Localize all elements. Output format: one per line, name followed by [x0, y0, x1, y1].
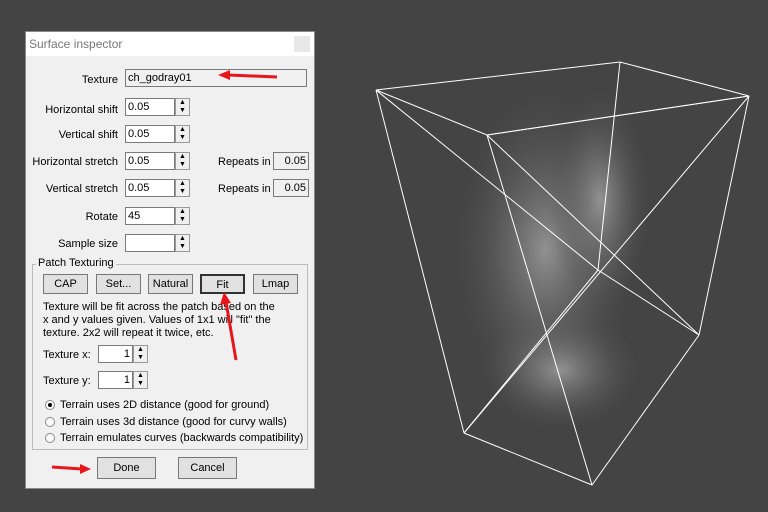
hshift-spinner[interactable]: ▲ ▼	[175, 98, 190, 116]
rotate-label: Rotate	[85, 211, 118, 223]
radio-curves-label: Terrain emulates curves (backwards compa…	[60, 432, 304, 444]
surface-inspector-dialog: Surface inspector Texture ch_godray01 Ho…	[25, 31, 315, 489]
h-repeats-value: 0.05	[273, 152, 309, 170]
texture-label: Texture	[81, 74, 118, 86]
fit-help-text: Texture will be fit across the patch bas…	[43, 301, 275, 339]
h-repeats-label: Repeats in	[218, 156, 271, 168]
radio-2d-label: Terrain uses 2D distance (good for groun…	[60, 399, 270, 411]
radio-emulate-curves[interactable]	[45, 433, 55, 443]
set-button[interactable]: Set...	[96, 274, 141, 294]
hstretch-spinner[interactable]: ▲ ▼	[175, 152, 190, 170]
rotate-input[interactable]: 45	[125, 207, 175, 225]
vstretch-spinner[interactable]: ▲ ▼	[175, 179, 190, 197]
hshift-input[interactable]: 0.05	[125, 98, 175, 116]
radio-3d-distance[interactable]	[45, 417, 55, 427]
texture-x-label: Texture x:	[43, 349, 91, 361]
vshift-label: Vertical shift	[58, 129, 118, 141]
texture-y-spinner[interactable]: ▲ ▼	[133, 371, 148, 389]
texture-x-input[interactable]: 1	[98, 345, 133, 363]
texture-x-spinner[interactable]: ▲ ▼	[133, 345, 148, 363]
done-button[interactable]: Done	[97, 457, 156, 479]
texture-y-label: Texture y:	[43, 375, 91, 387]
v-repeats-value: 0.05	[273, 179, 309, 197]
v-repeats-label: Repeats in	[218, 183, 271, 195]
radio-2d-distance[interactable]	[45, 400, 55, 410]
natural-button[interactable]: Natural	[148, 274, 193, 294]
close-button[interactable]	[294, 36, 310, 52]
rotate-spinner[interactable]: ▲ ▼	[175, 207, 190, 225]
cap-button[interactable]: CAP	[43, 274, 88, 294]
dialog-title: Surface inspector	[26, 32, 314, 56]
hstretch-label: Horizontal stretch	[32, 156, 118, 168]
vstretch-input[interactable]: 0.05	[125, 179, 175, 197]
texture-y-input[interactable]: 1	[98, 371, 133, 389]
fit-button[interactable]: Fit	[200, 274, 245, 294]
vstretch-label: Vertical stretch	[45, 183, 118, 195]
patch-texturing-title: Patch Texturing	[36, 257, 116, 269]
sample-size-input[interactable]	[125, 234, 175, 252]
cancel-button[interactable]: Cancel	[178, 457, 237, 479]
vshift-input[interactable]: 0.05	[125, 125, 175, 143]
lmap-button[interactable]: Lmap	[253, 274, 298, 294]
hstretch-input[interactable]: 0.05	[125, 152, 175, 170]
texture-blob	[480, 310, 640, 430]
sample-size-label: Sample size	[58, 238, 118, 250]
hshift-label: Horizontal shift	[45, 104, 118, 116]
radio-3d-label: Terrain uses 3d distance (good for curvy…	[60, 416, 287, 428]
sample-size-spinner[interactable]: ▲ ▼	[175, 234, 190, 252]
texture-field[interactable]: ch_godray01	[125, 69, 307, 87]
vshift-spinner[interactable]: ▲ ▼	[175, 125, 190, 143]
